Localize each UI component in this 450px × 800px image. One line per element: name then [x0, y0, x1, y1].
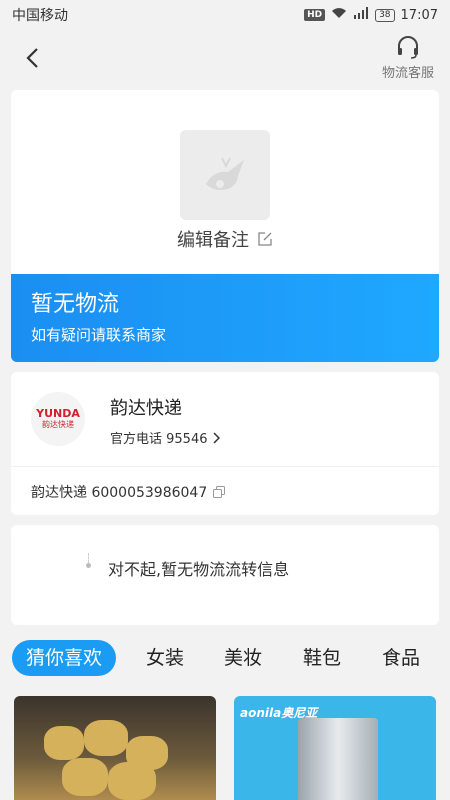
product-card-food[interactable] [14, 696, 216, 800]
headset-icon [397, 36, 418, 59]
product-card-cooker[interactable]: aonila奥尼亚 [234, 696, 436, 800]
food-item [84, 720, 128, 756]
bird-placeholder-icon [206, 157, 244, 190]
no-tracking-info-text: 对不起,暂无物流流转信息 [108, 560, 290, 579]
food-item [62, 758, 108, 796]
back-button[interactable] [14, 40, 50, 76]
edit-icon[interactable] [257, 231, 273, 247]
no-logistics-subtitle: 如有疑问请联系商家 [31, 326, 167, 344]
status-bar: 中国移动 HD 38 17:07 [0, 0, 450, 30]
courier-card: YUNDA 韵达快递 韵达快递 官方电话 95546 韵达快递 60000539… [11, 372, 439, 515]
divider [11, 466, 439, 467]
copy-icon[interactable] [213, 486, 226, 498]
courier-logo-sub: 韵达快递 [42, 420, 74, 429]
tab-guess-you-like[interactable]: 猜你喜欢 [12, 640, 117, 676]
food-item [108, 762, 156, 800]
no-logistics-title: 暂无物流 [31, 292, 120, 317]
timeline-line [88, 553, 89, 563]
package-thumbnail [180, 130, 270, 220]
carrier-label: 中国移动 [12, 8, 68, 24]
chevron-left-icon [26, 48, 38, 68]
timeline-dot [86, 563, 91, 568]
courier-phone-label: 官方电话 95546 [110, 432, 208, 447]
tab-food[interactable]: 食品 [382, 640, 420, 676]
tab-shoes-bags[interactable]: 鞋包 [303, 640, 341, 676]
top-nav: 物流客服 [0, 30, 450, 86]
hd-icon: HD [304, 9, 326, 21]
courier-name: 韵达快递 [110, 398, 182, 419]
tracking-number-label: 韵达快递 6000053986047 [31, 485, 208, 501]
status-icons: HD 38 17:07 [304, 7, 438, 23]
logistics-service-label: 物流客服 [381, 66, 434, 81]
tab-beauty[interactable]: 美妆 [224, 640, 262, 676]
edit-remark-label: 编辑备注 [177, 230, 249, 251]
courier-logo-text: YUNDA [36, 407, 80, 420]
signal-icon [353, 7, 369, 23]
no-logistics-banner: 暂无物流 如有疑问请联系商家 [11, 274, 439, 362]
courier-logo: YUNDA 韵达快递 [31, 392, 85, 446]
wifi-icon [331, 7, 347, 23]
tracking-number[interactable]: 韵达快递 6000053986047 [31, 482, 226, 502]
tab-women-clothing[interactable]: 女装 [146, 640, 184, 676]
chevron-right-icon [212, 431, 220, 444]
logistics-service-button[interactable]: 物流客服 [382, 34, 434, 81]
food-item [44, 726, 84, 760]
edit-remark[interactable]: 编辑备注 [11, 226, 439, 252]
logistics-info-card: 对不起,暂无物流流转信息 [11, 525, 439, 625]
recommend-tabs: 猜你喜欢 女装 美妆 鞋包 食品 [0, 640, 450, 680]
package-card: 编辑备注 暂无物流 如有疑问请联系商家 [11, 90, 439, 362]
battery-icon: 38 [375, 8, 395, 22]
time-label: 17:07 [400, 7, 438, 23]
courier-phone-link[interactable]: 官方电话 95546 [110, 428, 220, 447]
cooker-image [298, 718, 378, 800]
